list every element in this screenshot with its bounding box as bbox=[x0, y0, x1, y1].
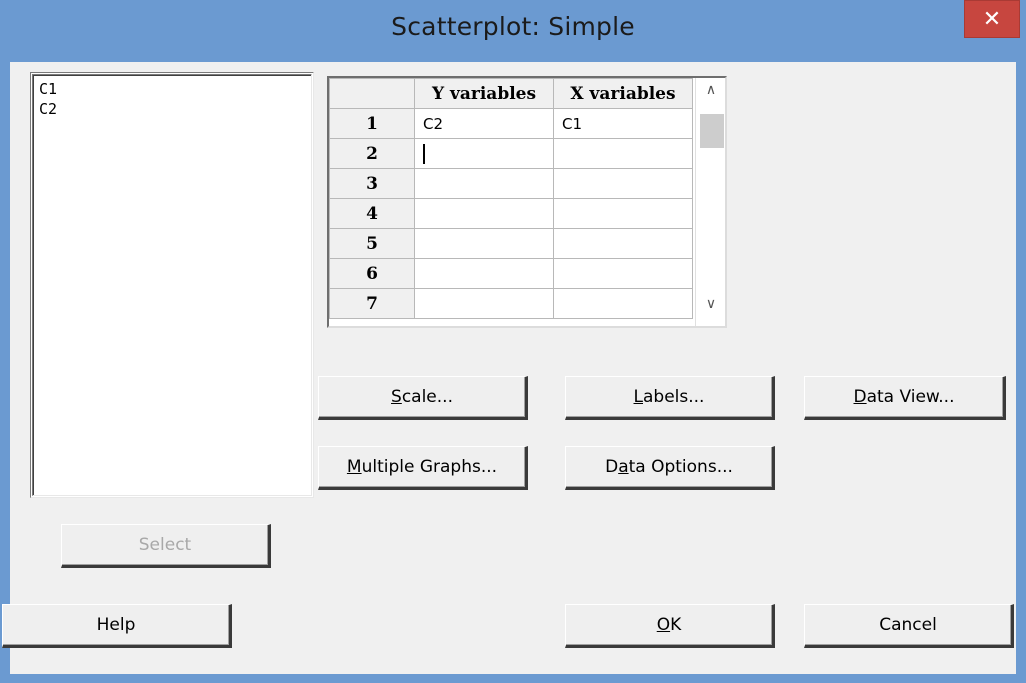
row-header: 3 bbox=[329, 168, 415, 199]
scale-mnemonic: S bbox=[391, 387, 402, 407]
y-variable-cell[interactable] bbox=[414, 198, 554, 229]
labels-button[interactable]: Labels... bbox=[565, 376, 775, 420]
column-header-x: X variables bbox=[553, 78, 693, 109]
labels-mnemonic: L bbox=[633, 387, 643, 407]
multiple-graphs-label: ultiple Graphs... bbox=[361, 457, 498, 477]
row-header: 4 bbox=[329, 198, 415, 229]
y-variable-cell[interactable] bbox=[414, 258, 554, 289]
list-item[interactable]: C2 bbox=[39, 99, 305, 119]
data-view-label: ata View... bbox=[866, 387, 955, 407]
x-variable-cell[interactable] bbox=[553, 168, 693, 199]
grid-corner bbox=[329, 78, 415, 109]
list-item[interactable]: C1 bbox=[39, 79, 305, 99]
scale-label: cale... bbox=[401, 387, 453, 407]
table-row: 1 C2 C1 bbox=[329, 108, 693, 139]
dialog-body: C1 C2 Y variables X variables 1 C2 C1 2 bbox=[2, 62, 1016, 674]
row-header: 2 bbox=[329, 138, 415, 169]
y-variable-cell[interactable]: C2 bbox=[414, 108, 554, 139]
table-row: 7 bbox=[329, 288, 693, 319]
table-row: 2 bbox=[329, 138, 693, 169]
y-variable-cell[interactable] bbox=[414, 288, 554, 319]
y-variable-cell-active[interactable] bbox=[414, 138, 554, 169]
data-options-prefix: D bbox=[605, 457, 619, 477]
row-header: 7 bbox=[329, 288, 415, 319]
y-variable-cell[interactable] bbox=[414, 168, 554, 199]
select-button[interactable]: Select bbox=[61, 524, 271, 568]
vertical-scrollbar[interactable]: ∧ ∨ bbox=[695, 78, 725, 326]
data-options-button[interactable]: Da ta Options... bbox=[565, 446, 775, 490]
multiple-graphs-mnemonic: M bbox=[346, 457, 362, 477]
row-header: 1 bbox=[329, 108, 415, 139]
cancel-button[interactable]: Cancel bbox=[804, 604, 1014, 648]
x-variable-cell[interactable]: C1 bbox=[553, 108, 693, 139]
select-label: Select bbox=[138, 535, 192, 555]
x-variable-cell[interactable] bbox=[553, 258, 693, 289]
close-button[interactable]: ✕ bbox=[964, 0, 1020, 38]
row-header: 6 bbox=[329, 258, 415, 289]
cancel-label: Cancel bbox=[879, 615, 937, 635]
row-header: 5 bbox=[329, 228, 415, 259]
ok-mnemonic: O bbox=[656, 615, 671, 635]
x-variable-cell[interactable] bbox=[553, 138, 693, 169]
table-row: 5 bbox=[329, 228, 693, 259]
window-title: Scatterplot: Simple bbox=[391, 12, 635, 41]
help-button[interactable]: Help bbox=[2, 604, 232, 648]
dialog-window: Scatterplot: Simple ✕ C1 C2 Y variables … bbox=[0, 0, 1026, 683]
x-variable-cell[interactable] bbox=[553, 228, 693, 259]
help-label: Help bbox=[96, 615, 136, 635]
ok-button[interactable]: OK bbox=[565, 604, 775, 648]
ok-label: K bbox=[670, 615, 682, 635]
column-header-y: Y variables bbox=[414, 78, 554, 109]
scroll-up-icon[interactable]: ∧ bbox=[696, 82, 726, 108]
close-icon: ✕ bbox=[982, 6, 1002, 32]
variable-list[interactable]: C1 C2 bbox=[30, 72, 314, 498]
labels-label: abels... bbox=[643, 387, 705, 407]
scale-button[interactable]: Scale... bbox=[318, 376, 528, 420]
variables-grid: Y variables X variables 1 C2 C1 2 3 4 5 … bbox=[327, 76, 727, 328]
x-variable-cell[interactable] bbox=[553, 288, 693, 319]
data-view-button[interactable]: Data View... bbox=[804, 376, 1006, 420]
data-view-mnemonic: D bbox=[853, 387, 867, 407]
table-row: 6 bbox=[329, 258, 693, 289]
title-bar: Scatterplot: Simple ✕ bbox=[0, 0, 1026, 62]
x-variable-cell[interactable] bbox=[553, 198, 693, 229]
table-row: 3 bbox=[329, 168, 693, 199]
text-caret bbox=[423, 143, 425, 164]
scroll-thumb[interactable] bbox=[700, 114, 724, 148]
scroll-down-icon[interactable]: ∨ bbox=[696, 296, 726, 322]
data-options-label: ta Options... bbox=[628, 457, 733, 477]
multiple-graphs-button[interactable]: Multiple Graphs... bbox=[318, 446, 528, 490]
table-row: 4 bbox=[329, 198, 693, 229]
data-options-mnemonic: a bbox=[618, 457, 629, 477]
y-variable-cell[interactable] bbox=[414, 228, 554, 259]
